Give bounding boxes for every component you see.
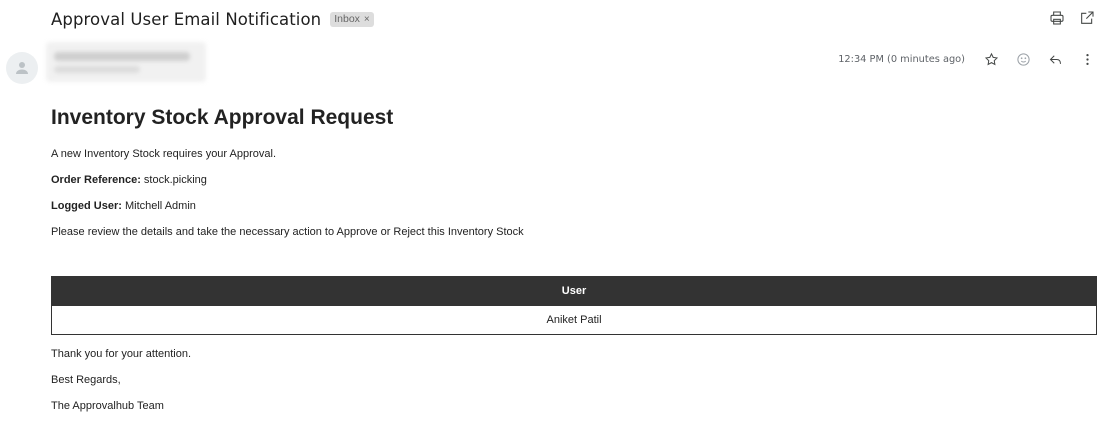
printer-icon [1050, 11, 1064, 25]
logged-user-value: Mitchell Admin [121, 200, 196, 212]
order-reference-line: Order Reference: stock.picking [51, 173, 1097, 187]
more-options-button[interactable] [1079, 51, 1095, 67]
open-in-new-window-icon [1081, 11, 1094, 24]
order-reference-label: Order Reference: [51, 174, 141, 186]
sender-info-redacted [46, 42, 206, 82]
user-table: User Aniket Patil [51, 276, 1097, 335]
closing-block: Thank you for your attention. Best Regar… [51, 347, 1097, 413]
open-in-new-window-button[interactable] [1079, 10, 1095, 26]
reply-icon [1049, 54, 1061, 64]
star-button[interactable] [983, 51, 999, 67]
email-body: Inventory Stock Approval Request A new I… [51, 106, 1097, 425]
inbox-label-text: Inbox [334, 13, 360, 25]
table-header-row: User [51, 276, 1097, 306]
table-header-user: User [51, 276, 1097, 306]
person-icon [16, 62, 28, 74]
star-icon [984, 52, 998, 65]
message-actions [983, 51, 1095, 67]
order-reference-value: stock.picking [140, 174, 207, 186]
timestamp: 12:34 PM (0 minutes ago) [838, 53, 965, 65]
thanks-text: Thank you for your attention. [51, 348, 192, 360]
reply-button[interactable] [1047, 51, 1063, 67]
sender-avatar[interactable] [6, 52, 38, 84]
instruction-text: Please review the details and take the n… [51, 226, 524, 238]
logged-user-label: Logged User: [51, 200, 122, 212]
intro-text: A new Inventory Stock requires your Appr… [51, 148, 277, 160]
logged-user-line: Logged User: Mitchell Admin [51, 199, 1097, 213]
table-row: Aniket Patil [51, 305, 1097, 335]
message-meta: 12:34 PM (0 minutes ago) [838, 51, 1095, 67]
emoji-reaction-icon [1016, 52, 1030, 66]
email-subject: Approval User Email Notification [51, 9, 322, 29]
remove-label-button[interactable]: × [364, 14, 370, 25]
add-reaction-button[interactable] [1015, 51, 1031, 67]
top-actions [1049, 10, 1095, 26]
print-all-button[interactable] [1049, 10, 1065, 26]
subject-row: Approval User Email Notification Inbox × [51, 8, 374, 30]
more-vert-icon [1085, 53, 1089, 65]
email-heading: Inventory Stock Approval Request [51, 106, 394, 129]
table-cell-user: Aniket Patil [51, 305, 1097, 335]
inbox-label-chip[interactable]: Inbox × [330, 11, 374, 27]
signature-text: The Approvalhub Team [51, 400, 164, 412]
regards-text: Best Regards, [51, 374, 121, 386]
